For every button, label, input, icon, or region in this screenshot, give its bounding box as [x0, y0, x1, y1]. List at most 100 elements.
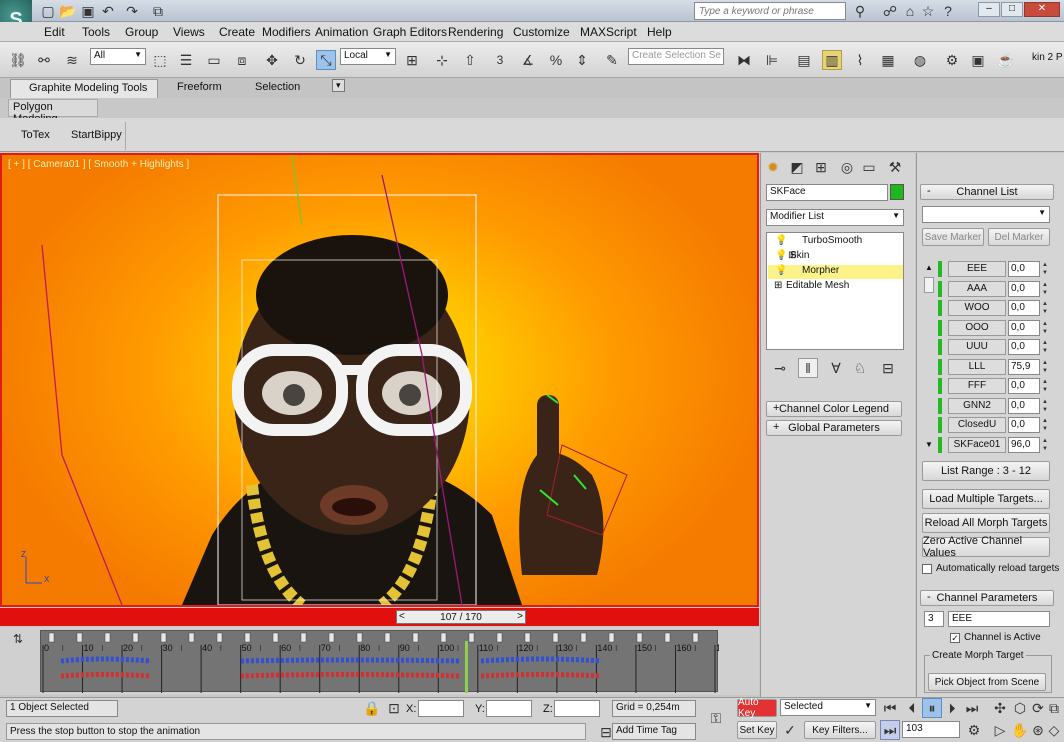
- channel-value-field[interactable]: 0,0: [1008, 339, 1040, 355]
- morph-channel-row[interactable]: GNN2 0,0 ▲ ▼: [938, 397, 1060, 415]
- minimize-button[interactable]: –: [978, 2, 1000, 17]
- menu-group[interactable]: Group: [125, 25, 158, 39]
- time-slider-track[interactable]: [0, 608, 759, 626]
- channel-active-checkbox[interactable]: ✓: [950, 633, 960, 643]
- scroll-thumb[interactable]: [924, 277, 934, 293]
- go-to-end-icon[interactable]: ⏭: [962, 698, 982, 718]
- go-to-start-icon[interactable]: ⏮: [880, 698, 900, 718]
- rollout-channel-color-legend[interactable]: + Channel Color Legend: [766, 401, 902, 417]
- current-frame-field[interactable]: 103: [902, 721, 960, 738]
- object-color-swatch[interactable]: [890, 184, 904, 200]
- viewport-label[interactable]: [ + ] [ Camera01 ] [ Smooth + Highlights…: [8, 159, 189, 170]
- channel-spinner-icon[interactable]: ▲ ▼: [1042, 281, 1050, 297]
- channel-name-field[interactable]: EEE: [948, 611, 1050, 627]
- morph-channel-row[interactable]: SKFace01 96,0 ▲ ▼: [938, 436, 1060, 454]
- add-time-tag[interactable]: Add Time Tag: [612, 723, 696, 740]
- configure-modifier-sets-icon[interactable]: ⊟: [878, 358, 898, 378]
- scroll-down-icon[interactable]: ▼: [925, 440, 933, 449]
- expand-plus-icon[interactable]: ⊞: [788, 250, 796, 261]
- graphite-toggle-icon[interactable]: ▥: [822, 50, 842, 70]
- channel-name-button[interactable]: FFF: [948, 378, 1006, 394]
- search-box[interactable]: Type a keyword or phrase: [694, 2, 846, 20]
- pick-object-from-scene-button[interactable]: Pick Object from Scene: [928, 673, 1046, 691]
- make-unique-icon[interactable]: ∀: [826, 358, 846, 378]
- time-slider-thumb[interactable]: < 107 / 170 >: [396, 610, 526, 624]
- bind-space-warp-icon[interactable]: ≋: [62, 50, 82, 70]
- selection-filter-dropdown[interactable]: All ▼: [90, 48, 146, 65]
- tab-selection[interactable]: Selection: [255, 81, 300, 93]
- channel-spinner-icon[interactable]: ▲ ▼: [1042, 359, 1050, 375]
- undo-icon[interactable]: ↶: [98, 1, 118, 21]
- reference-coord-dropdown[interactable]: Local ▼: [340, 48, 396, 65]
- channel-spinner-icon[interactable]: ▲ ▼: [1042, 417, 1050, 433]
- channel-spinner-icon[interactable]: ▲ ▼: [1042, 339, 1050, 355]
- auto-key-button[interactable]: Auto Key: [737, 697, 777, 719]
- tab-graphite-modeling[interactable]: Graphite Modeling Tools: [10, 79, 158, 98]
- snaps-toggle-icon[interactable]: 3: [490, 50, 510, 70]
- menu-customize[interactable]: Customize: [513, 25, 570, 39]
- field-of-view-icon[interactable]: ▷: [990, 720, 1010, 740]
- zoom-icon[interactable]: ✣: [990, 698, 1010, 718]
- select-by-name-icon[interactable]: ☰: [176, 50, 196, 70]
- lightbulb-icon[interactable]: 💡: [775, 235, 787, 246]
- channel-spinner-icon[interactable]: ▲ ▼: [1042, 437, 1050, 453]
- next-frame-icon[interactable]: ⏵: [942, 698, 962, 718]
- hierarchy-tab-icon[interactable]: ⊞: [811, 157, 831, 177]
- extra-tab-label[interactable]: kin 2 P: [1032, 52, 1063, 63]
- curve-editor-icon[interactable]: ⌇: [850, 50, 870, 70]
- menu-modifiers[interactable]: Modifiers: [262, 25, 311, 39]
- modifier-list-dropdown[interactable]: Modifier List ▼: [766, 209, 904, 226]
- manipulate-icon[interactable]: ⊹: [432, 50, 452, 70]
- channel-spinner-icon[interactable]: ▲ ▼: [1042, 300, 1050, 316]
- channel-name-button[interactable]: ClosedU: [948, 417, 1006, 433]
- channel-name-button[interactable]: OOO: [948, 319, 1006, 336]
- morph-channel-row[interactable]: WOO 0,0 ▲ ▼: [938, 299, 1060, 317]
- marker-dropdown[interactable]: ▼: [922, 206, 1050, 223]
- camera-viewport[interactable]: [ + ] [ Camera01 ] [ Smooth + Highlights…: [0, 153, 759, 607]
- morph-channel-row[interactable]: EEE 0,0 ▲ ▼: [938, 260, 1060, 278]
- channel-number-field[interactable]: 3: [924, 611, 944, 627]
- menu-rendering[interactable]: Rendering: [448, 25, 503, 39]
- del-marker-button[interactable]: Del Marker: [988, 228, 1050, 246]
- show-end-result-icon[interactable]: ‖: [798, 358, 818, 378]
- rectangle-selection-icon[interactable]: ▭: [204, 50, 224, 70]
- ribbon-options-icon[interactable]: ▾: [332, 79, 345, 92]
- binoculars-icon[interactable]: ⚲: [850, 1, 870, 21]
- percent-snap-icon[interactable]: %: [546, 50, 566, 70]
- redo-icon[interactable]: ↷: [122, 1, 142, 21]
- remove-modifier-icon[interactable]: ♘: [850, 358, 870, 378]
- previous-frame-icon[interactable]: ⏴: [902, 698, 922, 718]
- schematic-view-icon[interactable]: ▦: [878, 50, 898, 70]
- channel-value-field[interactable]: 0,0: [1008, 378, 1040, 394]
- align-icon[interactable]: ⊫: [762, 50, 782, 70]
- channel-value-field[interactable]: 75,9: [1008, 358, 1040, 375]
- pan-icon[interactable]: ✋: [1010, 720, 1030, 740]
- rotate-icon[interactable]: ↻: [290, 50, 310, 70]
- save-marker-button[interactable]: Save Marker: [922, 228, 984, 246]
- modify-tab-icon[interactable]: ◩: [787, 157, 807, 177]
- morph-channel-row[interactable]: LLL 75,9 ▲ ▼: [938, 358, 1060, 376]
- communication-center-icon[interactable]: ☍: [880, 1, 900, 21]
- render-setup-icon[interactable]: ⚙: [942, 50, 962, 70]
- morph-channel-row[interactable]: FFF 0,0 ▲ ▼: [938, 377, 1060, 395]
- new-file-icon[interactable]: ▢: [38, 1, 58, 21]
- channel-value-field[interactable]: 96,0: [1008, 436, 1040, 453]
- open-file-icon[interactable]: 📂: [58, 1, 78, 21]
- scale-icon[interactable]: ⤡: [316, 50, 336, 70]
- channel-spinner-icon[interactable]: ▲ ▼: [1042, 398, 1050, 414]
- utilities-tab-icon[interactable]: ⚒: [885, 157, 905, 177]
- time-configuration-icon[interactable]: ⚙: [964, 720, 984, 740]
- maximize-toggle-icon[interactable]: ◇: [1044, 720, 1064, 740]
- key-selection-dropdown[interactable]: Selected ▼: [780, 699, 876, 716]
- stack-item-morpher[interactable]: 💡 Morpher: [768, 265, 903, 279]
- favorites-star-icon[interactable]: ☆: [918, 1, 938, 21]
- lightbulb-icon[interactable]: 💡: [775, 265, 787, 276]
- rollout-channel-list[interactable]: - Channel List: [920, 184, 1054, 200]
- stack-item-skin[interactable]: 💡 ⊞ Skin: [768, 250, 903, 264]
- channel-name-button[interactable]: LLL: [948, 358, 1006, 375]
- zero-active-channel-values-button[interactable]: Zero Active Channel Values: [922, 535, 1050, 559]
- reload-all-morph-targets-button[interactable]: Reload All Morph Targets: [922, 513, 1050, 533]
- polygon-modeling-panel[interactable]: Polygon Modeling: [8, 99, 98, 125]
- menu-edit[interactable]: Edit: [44, 25, 65, 39]
- time-prev-button[interactable]: <: [399, 611, 405, 622]
